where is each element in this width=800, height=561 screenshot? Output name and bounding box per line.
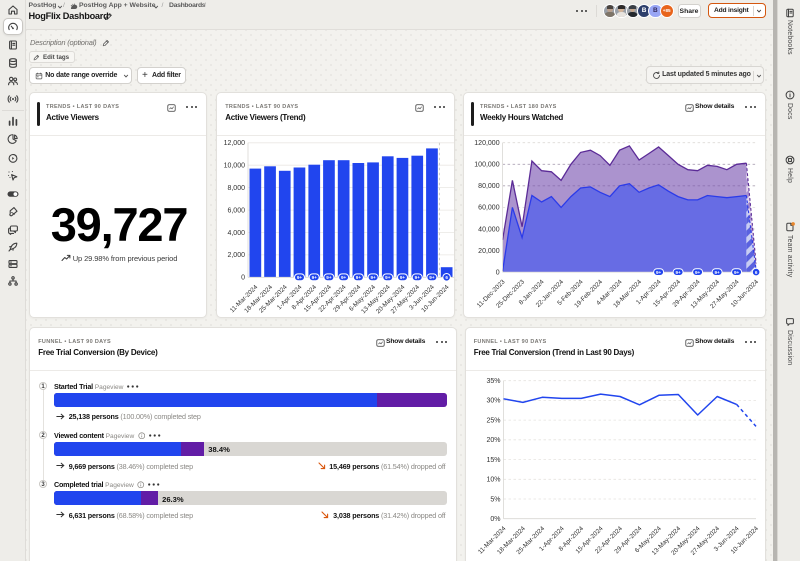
svg-text:6: 6 — [445, 275, 448, 280]
svg-text:9+: 9+ — [370, 275, 376, 280]
svg-text:0: 0 — [496, 269, 500, 276]
svg-text:9+: 9+ — [356, 275, 362, 280]
svg-text:9+: 9+ — [400, 275, 406, 280]
svg-text:0: 0 — [241, 275, 245, 282]
svg-text:40,000: 40,000 — [478, 226, 500, 233]
svg-text:30%: 30% — [486, 398, 500, 405]
svg-text:60,000: 60,000 — [478, 205, 500, 212]
svg-text:2,000: 2,000 — [227, 252, 245, 259]
svg-text:8,000: 8,000 — [227, 185, 245, 192]
svg-text:100,000: 100,000 — [474, 162, 499, 169]
svg-text:9+: 9+ — [429, 275, 435, 280]
svg-text:9+: 9+ — [312, 275, 318, 280]
svg-text:20%: 20% — [486, 437, 500, 444]
svg-text:15%: 15% — [486, 457, 500, 464]
svg-text:80,000: 80,000 — [478, 183, 500, 190]
svg-text:10%: 10% — [486, 477, 500, 484]
svg-text:9+: 9+ — [656, 270, 662, 275]
svg-text:9+: 9+ — [695, 270, 701, 275]
svg-text:10,000: 10,000 — [224, 163, 246, 170]
svg-text:25%: 25% — [486, 417, 500, 424]
svg-text:9+: 9+ — [326, 275, 332, 280]
svg-text:120,000: 120,000 — [474, 140, 499, 147]
svg-text:9+: 9+ — [341, 275, 347, 280]
svg-text:20,000: 20,000 — [478, 248, 500, 255]
svg-text:9+: 9+ — [734, 270, 740, 275]
svg-text:12,000: 12,000 — [224, 140, 246, 147]
svg-text:5%: 5% — [490, 496, 500, 503]
svg-text:6,000: 6,000 — [227, 207, 245, 214]
svg-text:35%: 35% — [486, 378, 500, 385]
svg-text:9+: 9+ — [415, 275, 421, 280]
svg-text:9+: 9+ — [297, 275, 303, 280]
svg-text:9+: 9+ — [385, 275, 391, 280]
svg-text:6: 6 — [755, 270, 758, 275]
svg-text:4,000: 4,000 — [227, 230, 245, 237]
svg-text:9+: 9+ — [675, 270, 681, 275]
svg-text:9+: 9+ — [714, 270, 720, 275]
svg-text:0%: 0% — [490, 516, 500, 523]
